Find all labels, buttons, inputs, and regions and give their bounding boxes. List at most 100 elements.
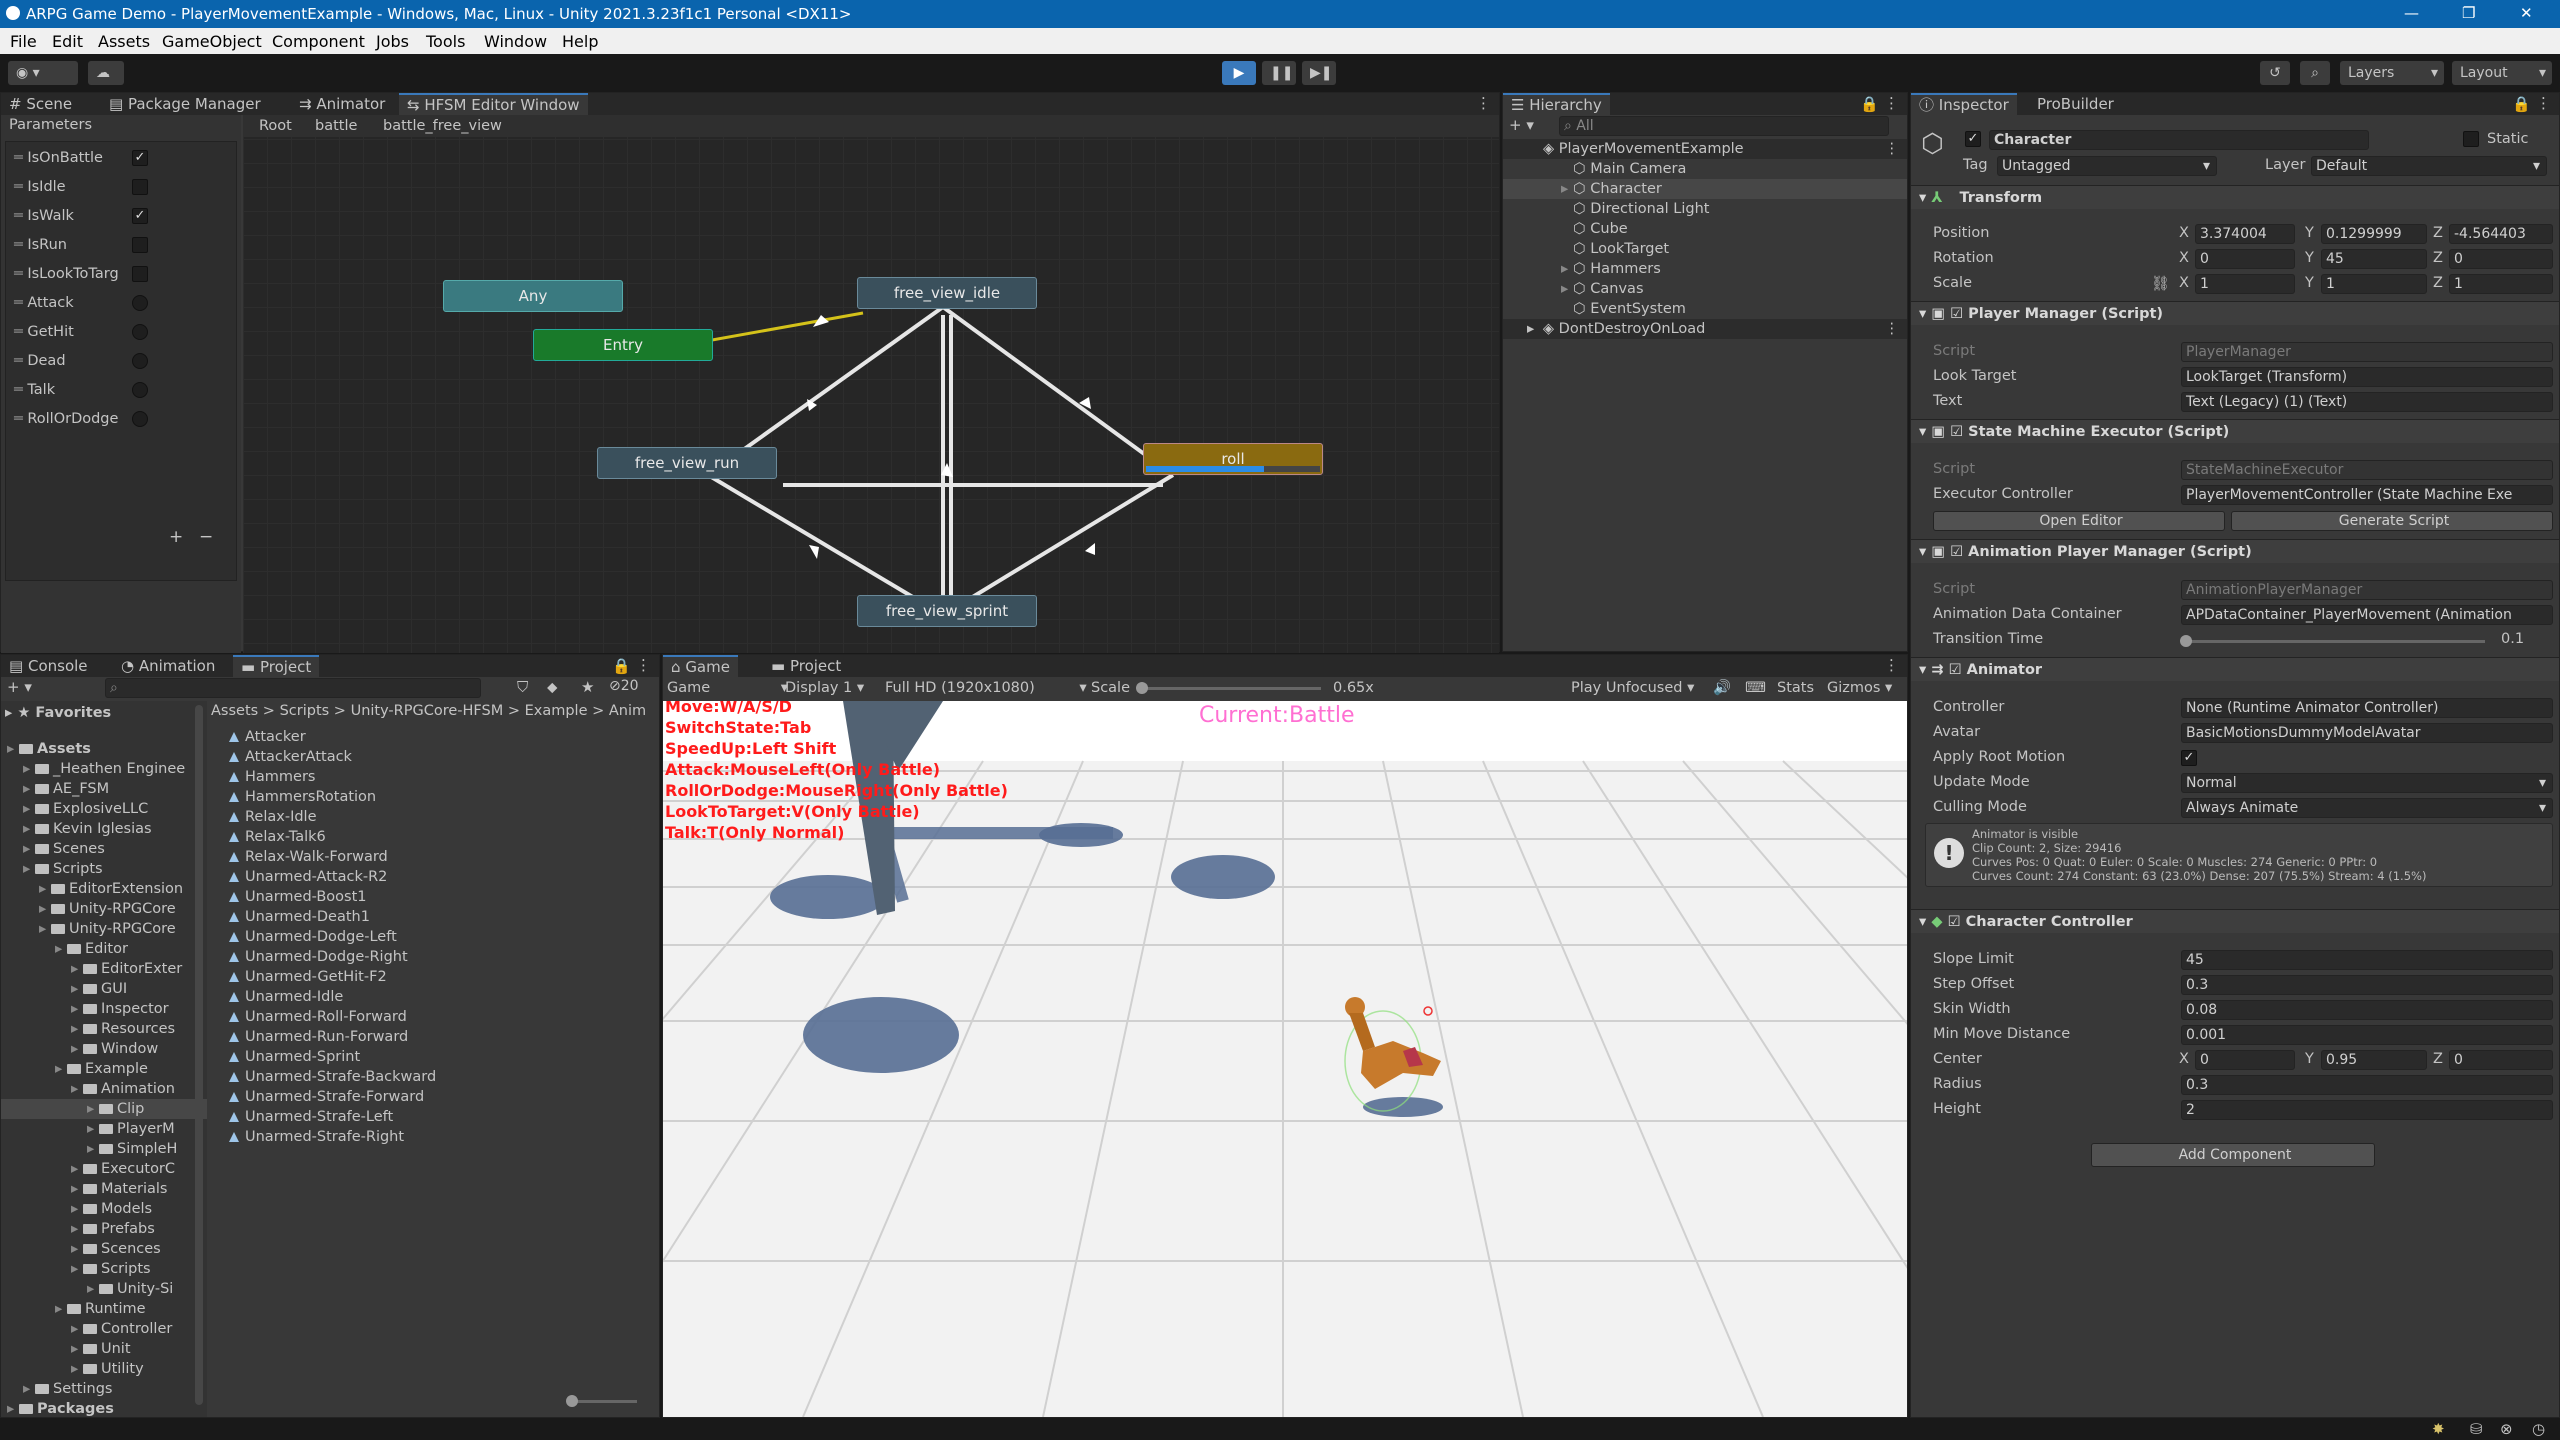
parameter-trigger-radio[interactable] xyxy=(132,382,148,398)
folder-gui[interactable]: ▸ GUI xyxy=(1,979,207,999)
layer-dropdown[interactable]: Default ▾ xyxy=(2311,156,2547,176)
create-plus-icon[interactable]: + ▾ xyxy=(1509,116,1534,134)
folder-ae-fsm[interactable]: ▸ AE_FSM xyxy=(1,779,207,799)
dontdestroyonload-row[interactable]: ▸ ◈ DontDestroyOnLoad ⋮ xyxy=(1503,319,1907,339)
rotation-z-input[interactable]: 0 xyxy=(2449,249,2553,269)
folder-editorexter[interactable]: ▸ EditorExter xyxy=(1,959,207,979)
animation-clip-item[interactable]: Hammers xyxy=(229,769,315,785)
parameter-bool-checkbox[interactable]: ✓ xyxy=(132,208,148,224)
text-field[interactable]: Text (Legacy) (1) (Text) xyxy=(2181,392,2553,412)
animation-clip-item[interactable]: Unarmed-Strafe-Forward xyxy=(229,1089,424,1105)
tab-project[interactable]: ▬ Project xyxy=(763,655,849,677)
player-manager-header[interactable]: ▾ ▣ ☑ Player Manager (Script) xyxy=(1911,301,2559,325)
position-y-input[interactable]: 0.1299999 xyxy=(2321,224,2427,244)
step-button[interactable]: ▶❚ xyxy=(1302,61,1336,85)
remove-parameter-icon[interactable]: − xyxy=(199,527,213,547)
hierarchy-item-main-camera[interactable]: ⬡ Main Camera xyxy=(1503,159,1907,179)
lock-icon[interactable]: 🔒 xyxy=(2512,95,2531,113)
radius-input[interactable]: 0.3 xyxy=(2181,1075,2553,1095)
folder-models[interactable]: ▸ Models xyxy=(1,1199,207,1219)
tag-dropdown[interactable]: Untagged ▾ xyxy=(1997,156,2217,176)
animation-clip-item[interactable]: Unarmed-Boost1 xyxy=(229,889,367,905)
folder-runtime[interactable]: ▸ Runtime xyxy=(1,1299,207,1319)
folder--heathen-enginee[interactable]: ▸ _Heathen Enginee xyxy=(1,759,207,779)
slope-limit-input[interactable]: 45 xyxy=(2181,950,2553,970)
kebab-menu-icon[interactable]: ⋮ xyxy=(1476,94,1491,112)
hierarchy-item-character[interactable]: ▸ ⬡ Character xyxy=(1503,179,1907,199)
folder-scripts[interactable]: ▸ Scripts xyxy=(1,1259,207,1279)
layers-dropdown[interactable]: Layers ▾ xyxy=(2340,61,2444,85)
static-checkbox[interactable] xyxy=(2463,131,2479,147)
menu-component[interactable]: Component xyxy=(272,32,365,51)
breadcrumb-example[interactable]: Example xyxy=(525,703,588,719)
close-icon[interactable]: ✕ xyxy=(2520,4,2533,22)
animation-clip-item[interactable]: Unarmed-Idle xyxy=(229,989,343,1005)
animation-clip-item[interactable]: Unarmed-Strafe-Backward xyxy=(229,1069,436,1085)
menu-edit[interactable]: Edit xyxy=(52,32,83,51)
hierarchy-item-hammers[interactable]: ▸ ⬡ Hammers xyxy=(1503,259,1907,279)
tab-console[interactable]: ▤ Console xyxy=(1,655,96,677)
play-focus-dropdown[interactable]: Play Unfocused ▾ xyxy=(1571,677,1694,699)
folder-assets[interactable]: ▸ Assets xyxy=(1,739,207,759)
tab-hfsm-editor[interactable]: ⇆ HFSM Editor Window xyxy=(399,93,588,115)
center-y-input[interactable]: 0.95 xyxy=(2321,1050,2427,1070)
folder-utility[interactable]: ▸ Utility xyxy=(1,1359,207,1379)
animation-clip-item[interactable]: Attacker xyxy=(229,729,306,745)
kebab-menu-icon[interactable]: ⋮ xyxy=(636,656,651,674)
layout-dropdown[interactable]: Layout ▾ xyxy=(2452,61,2552,85)
scale-y-input[interactable]: 1 xyxy=(2321,274,2427,294)
tab-hierarchy[interactable]: ☰ Hierarchy xyxy=(1503,93,1610,115)
parameter-bool-checkbox[interactable]: ✓ xyxy=(132,150,148,166)
look-target-field[interactable]: LookTarget (Transform) xyxy=(2181,367,2553,387)
state-any[interactable]: Any xyxy=(443,280,623,312)
parameter-trigger-radio[interactable] xyxy=(132,324,148,340)
min-move-distance-input[interactable]: 0.001 xyxy=(2181,1025,2553,1045)
tab-animation[interactable]: ◔ Animation xyxy=(113,655,223,677)
folder-simpleh[interactable]: ▸ SimpleH xyxy=(1,1139,207,1159)
tab-probuilder[interactable]: ProBuilder xyxy=(2029,93,2122,115)
skin-width-input[interactable]: 0.08 xyxy=(2181,1000,2553,1020)
tab-game[interactable]: ⌂ Game xyxy=(663,655,738,677)
enabled-check-icon[interactable]: ☑ xyxy=(1950,306,1963,322)
scene-row[interactable]: ◈ PlayerMovementExample ⋮ xyxy=(1503,139,1907,159)
tree-scrollbar[interactable] xyxy=(195,705,203,1405)
breadcrumb-scripts[interactable]: Scripts xyxy=(280,703,330,719)
account-button[interactable]: ◉ ▾ xyxy=(8,61,78,85)
menu-jobs[interactable]: Jobs xyxy=(376,32,409,51)
play-button[interactable]: ▶ xyxy=(1222,61,1256,85)
game-viewport[interactable]: Current:Battle Move:W/A/S/D SwitchState:T… xyxy=(663,701,1907,1417)
folder-clip[interactable]: ▸ Clip xyxy=(1,1099,207,1119)
animation-clip-item[interactable]: Relax-Idle xyxy=(229,809,317,825)
animation-clip-item[interactable]: Unarmed-Sprint xyxy=(229,1049,360,1065)
state-free-view-sprint[interactable]: free_view_sprint xyxy=(857,595,1037,627)
folder-editorextension[interactable]: ▸ EditorExtension xyxy=(1,879,207,899)
open-editor-button[interactable]: Open Editor xyxy=(1933,511,2225,531)
state-machine-executor-header[interactable]: ▾ ▣ ☑ State Machine Executor (Script) xyxy=(1911,419,2559,443)
apply-root-motion-checkbox[interactable]: ✓ xyxy=(2181,750,2197,766)
restore-icon[interactable]: ❐ xyxy=(2462,4,2475,22)
favorite-star-icon[interactable]: ★ xyxy=(581,678,594,696)
menu-window[interactable]: Window xyxy=(484,32,547,51)
hierarchy-search-input[interactable]: ⌕ All xyxy=(1559,116,1889,136)
folder-settings[interactable]: ▸ Settings xyxy=(1,1379,207,1399)
animation-clip-item[interactable]: Unarmed-Death1 xyxy=(229,909,370,925)
add-component-button[interactable]: Add Component xyxy=(2091,1143,2375,1167)
filter-type-icon[interactable]: ⛉ xyxy=(517,678,528,696)
hierarchy-item-canvas[interactable]: ▸ ⬡ Canvas xyxy=(1503,279,1907,299)
folder-executorc[interactable]: ▸ ExecutorC xyxy=(1,1159,207,1179)
center-x-input[interactable]: 0 xyxy=(2195,1050,2295,1070)
animation-clip-item[interactable]: Unarmed-Run-Forward xyxy=(229,1029,408,1045)
parameter-bool-checkbox[interactable] xyxy=(132,266,148,282)
lock-icon[interactable]: 🔒 xyxy=(1860,95,1879,113)
breadcrumb-assets[interactable]: Assets xyxy=(211,703,258,719)
folder-unity-rpgcore[interactable]: ▸ Unity-RPGCore xyxy=(1,899,207,919)
position-x-input[interactable]: 3.374004 xyxy=(2195,224,2295,244)
folder-editor[interactable]: ▸ Editor xyxy=(1,939,207,959)
hierarchy-item-directional-light[interactable]: ⬡ Directional Light xyxy=(1503,199,1907,219)
bug-icon[interactable]: ✸ xyxy=(2432,1420,2445,1438)
kebab-menu-icon[interactable]: ⋮ xyxy=(1884,656,1899,674)
animation-clip-item[interactable]: Unarmed-Strafe-Left xyxy=(229,1109,393,1125)
folder-animation[interactable]: ▸ Animation xyxy=(1,1079,207,1099)
folder-controller[interactable]: ▸ Controller xyxy=(1,1319,207,1339)
menu-help[interactable]: Help xyxy=(562,32,598,51)
